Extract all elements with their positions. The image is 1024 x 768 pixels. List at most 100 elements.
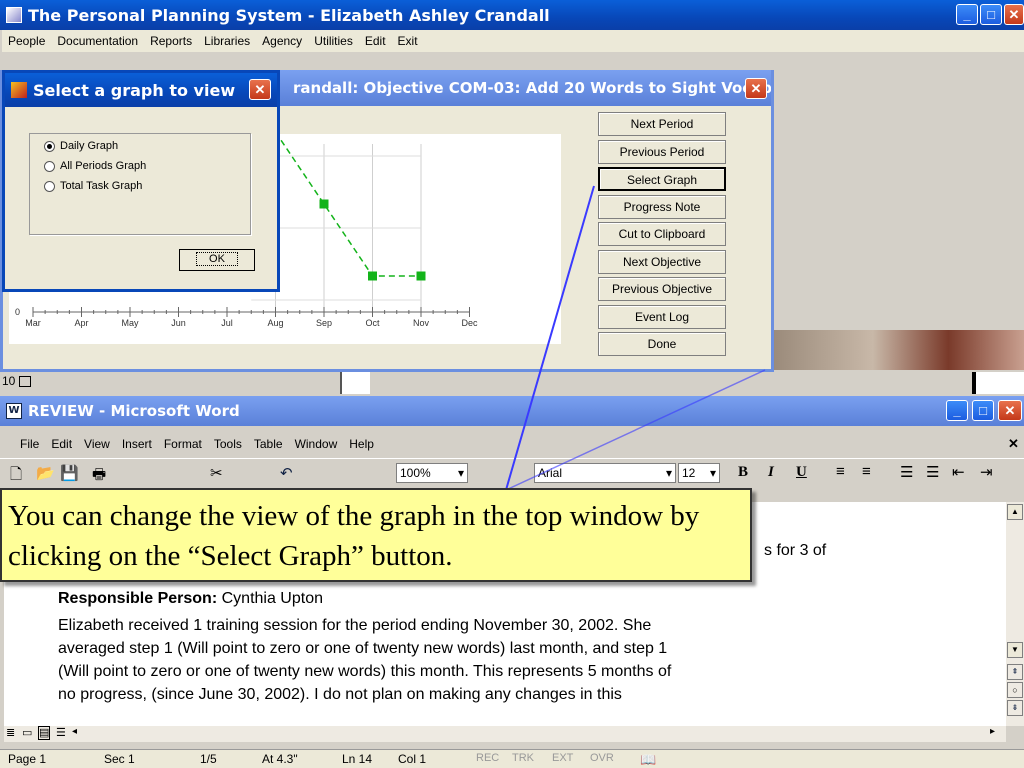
minimize-button[interactable]: _ [956,4,978,25]
italic-button[interactable]: I [768,464,774,481]
doc-close-icon[interactable]: ✕ [1008,436,1019,452]
cut-icon[interactable]: ✂ [210,464,223,482]
graph-button-previous-objective[interactable]: Previous Objective [598,277,726,301]
scroll-left-icon[interactable]: ◂ [72,726,77,737]
graph-button-event-log[interactable]: Event Log [598,304,726,329]
word-window-title: REVIEW - Microsoft Word [28,402,240,420]
dialog-close-button[interactable]: ✕ [249,79,271,100]
align-center-icon[interactable]: ≡ [862,463,871,480]
status-sec: Sec 1 [104,752,135,766]
word-title-bar: W REVIEW - Microsoft Word [0,396,1024,426]
background-panel [340,372,370,394]
font-size-select[interactable]: 12 ▾ [678,463,720,483]
graph-option-all-periods-graph[interactable]: All Periods Graph [44,160,146,172]
maximize-button[interactable]: □ [980,4,1002,25]
save-icon[interactable]: 💾 [60,464,79,482]
spelling-status-icon[interactable]: 📖 [640,752,656,768]
graph-option-total-task-graph[interactable]: Total Task Graph [44,180,142,192]
main-menu-libraries[interactable]: Libraries [198,34,256,48]
vertical-scrollbar[interactable]: ▲ ▼ ⇞ ○ ⇟ [1006,502,1024,726]
normal-view-icon[interactable]: ≣ [6,726,15,739]
responsible-label: Responsible Person: [58,590,218,607]
dialog-title-bar: Select a graph to view [5,73,277,107]
increase-indent-icon[interactable]: ⇥ [980,463,993,481]
graph-option-daily-graph[interactable]: Daily Graph [44,140,118,152]
word-menu-window[interactable]: Window [289,437,344,451]
scroll-down-icon[interactable]: ▼ [1007,642,1023,658]
graph-button-previous-period[interactable]: Previous Period [598,139,726,164]
prev-page-icon[interactable]: ⇞ [1007,664,1023,680]
graph-button-progress-note[interactable]: Progress Note [598,194,726,219]
ok-label: OK [196,252,238,266]
main-menu-people[interactable]: People [2,34,51,48]
doc-body-line: Elizabeth received 1 training session fo… [58,617,652,634]
outline-view-icon[interactable]: ☰ [56,726,66,739]
main-menu-bar: People Documentation Reports Libraries Agenc… [2,30,1024,52]
main-menu-agency[interactable]: Agency [256,34,308,48]
print-view-icon[interactable]: ▤ [38,726,51,740]
word-menu-insert[interactable]: Insert [116,437,158,451]
font-select[interactable]: Arial ▾ [534,463,676,483]
word-menu-tools[interactable]: Tools [208,437,248,451]
select-graph-dialog: Select a graph to view ✕ Daily Graph All … [2,70,280,292]
graph-button-next-period[interactable]: Next Period [598,112,726,136]
word-menu-view[interactable]: View [78,437,116,451]
word-menu-help[interactable]: Help [343,437,380,451]
radio-empty-icon[interactable] [44,160,55,172]
dialog-icon [11,82,27,98]
new-icon[interactable]: 🗋 [10,464,22,489]
scroll-right-icon[interactable]: ▸ [990,726,995,737]
graph-button-cut-to-clipboard[interactable]: Cut to Clipboard [598,222,726,246]
status-pages: 1/5 [200,752,217,766]
graph-button-done[interactable]: Done [598,332,726,356]
status-at: At 4.3" [262,752,298,766]
word-icon: W [6,403,22,419]
x-tick-label: Oct [365,318,380,328]
x-tick-label: Sep [316,318,332,328]
browse-object-icon[interactable]: ○ [1007,682,1023,698]
word-toolbar: 🗋 📂 💾 🖶 ✂ ↶ 100% ▾ Arial ▾ 12 ▾ B I U ≡ ≡ ☰… [0,458,1024,486]
zoom-select[interactable]: 100% ▾ [396,463,468,483]
word-minimize-button[interactable]: _ [946,400,968,421]
status-ext: EXT [552,752,574,764]
scroll-up-icon[interactable]: ▲ [1007,504,1023,520]
x-tick-label: Jun [171,318,186,328]
main-title-bar: The Personal Planning System - Elizabeth… [0,0,1024,30]
side-label-10: 10 [2,374,31,388]
status-page: Page 1 [8,752,47,766]
main-menu-utilities[interactable]: Utilities [308,34,359,48]
align-left-icon[interactable]: ≡ [836,463,845,480]
close-button[interactable]: ✕ [1004,4,1024,25]
word-maximize-button[interactable]: □ [972,400,994,421]
main-menu-documentation[interactable]: Documentation [51,34,144,48]
word-menu-edit[interactable]: Edit [45,437,78,451]
next-page-icon[interactable]: ⇟ [1007,700,1023,716]
word-menu-table[interactable]: Table [248,437,289,451]
main-menu-reports[interactable]: Reports [144,34,198,48]
word-menu-bar: File Edit View Insert Format Tools Table Window… [14,434,380,454]
underline-button[interactable]: U [796,464,807,481]
radio-selected-icon[interactable] [44,140,55,152]
main-menu-edit[interactable]: Edit [359,34,392,48]
status-col: Col 1 [398,752,427,766]
radio-empty-icon[interactable] [44,180,55,192]
graph-close-button[interactable]: ✕ [745,78,767,99]
word-close-button[interactable]: ✕ [998,400,1022,421]
bullets-icon[interactable]: ☰ [926,463,939,481]
main-window-title: The Personal Planning System - Elizabeth… [28,5,550,25]
doc-body: Elizabeth received 1 training session fo… [58,614,671,706]
main-menu-exit[interactable]: Exit [392,34,424,48]
web-view-icon[interactable]: ▭ [22,726,32,739]
graph-button-next-objective[interactable]: Next Objective [598,249,726,274]
ok-button[interactable]: OK [179,249,255,271]
print-icon[interactable]: 🖶 [92,464,106,489]
app-icon [6,7,22,23]
word-menu-file[interactable]: File [14,437,45,451]
undo-icon[interactable]: ↶ [280,464,293,482]
bold-button[interactable]: B [738,464,748,481]
open-icon[interactable]: 📂 [36,464,55,482]
graph-button-select-graph[interactable]: Select Graph [598,167,726,191]
numbering-icon[interactable]: ☰ [900,463,913,481]
word-menu-format[interactable]: Format [158,437,208,451]
decrease-indent-icon[interactable]: ⇤ [952,463,965,481]
